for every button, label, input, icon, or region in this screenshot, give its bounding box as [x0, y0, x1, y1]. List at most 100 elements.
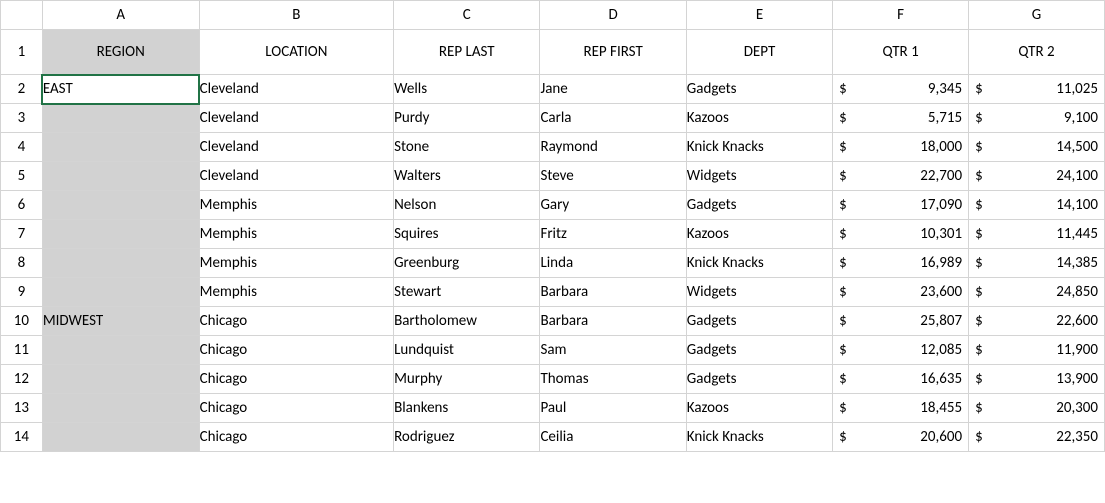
cell[interactable]: Memphis [199, 249, 393, 278]
cell[interactable]: $24,850 [969, 278, 1105, 307]
cell[interactable]: Chicago [199, 394, 393, 423]
row-header-9[interactable]: 9 [1, 278, 43, 307]
column-header-F[interactable]: F [833, 1, 969, 30]
cell[interactable]: $14,100 [969, 191, 1105, 220]
cell[interactable]: Widgets [686, 162, 832, 191]
cell[interactable]: Knick Knacks [686, 423, 832, 452]
cell[interactable]: Linda [540, 249, 686, 278]
cell[interactable]: QTR 1 [833, 30, 969, 75]
cell[interactable] [42, 249, 199, 278]
cell[interactable]: $18,455 [833, 394, 969, 423]
row-header-8[interactable]: 8 [1, 249, 43, 278]
spreadsheet-grid[interactable]: A B C D E F G 1 REGION LOCATION REP LAST… [0, 0, 1105, 452]
cell[interactable]: $13,900 [969, 365, 1105, 394]
cell[interactable]: $10,301 [833, 220, 969, 249]
cell[interactable]: Greenburg [394, 249, 540, 278]
cell[interactable]: Memphis [199, 191, 393, 220]
cell[interactable] [42, 278, 199, 307]
cell[interactable]: Widgets [686, 278, 832, 307]
cell[interactable]: Stone [394, 133, 540, 162]
cell[interactable]: Blankens [394, 394, 540, 423]
cell[interactable]: Kazoos [686, 394, 832, 423]
cell[interactable]: Kazoos [686, 104, 832, 133]
cell[interactable]: Cleveland [199, 104, 393, 133]
cell[interactable]: Gadgets [686, 365, 832, 394]
cell[interactable]: Chicago [199, 336, 393, 365]
cell[interactable]: Gadgets [686, 336, 832, 365]
cell[interactable]: $14,500 [969, 133, 1105, 162]
cell[interactable]: Bartholomew [394, 307, 540, 336]
row-header-10[interactable]: 10 [1, 307, 43, 336]
cell[interactable]: $16,989 [833, 249, 969, 278]
cell[interactable]: Cleveland [199, 133, 393, 162]
cell[interactable]: Memphis [199, 278, 393, 307]
cell[interactable]: Barbara [540, 278, 686, 307]
cell[interactable]: Kazoos [686, 220, 832, 249]
cell[interactable]: $20,600 [833, 423, 969, 452]
cell[interactable]: $5,715 [833, 104, 969, 133]
select-all-corner[interactable] [1, 1, 43, 30]
column-header-C[interactable]: C [394, 1, 540, 30]
row-header-5[interactable]: 5 [1, 162, 43, 191]
cell[interactable] [42, 336, 199, 365]
cell[interactable]: Purdy [394, 104, 540, 133]
cell[interactable]: Squires [394, 220, 540, 249]
cell[interactable]: Jane [540, 75, 686, 104]
cell[interactable]: Stewart [394, 278, 540, 307]
cell[interactable]: QTR 2 [969, 30, 1105, 75]
cell[interactable] [42, 104, 199, 133]
cell-active[interactable]: EAST [42, 75, 199, 104]
cell[interactable]: $17,090 [833, 191, 969, 220]
cell[interactable]: Knick Knacks [686, 133, 832, 162]
cell[interactable]: Knick Knacks [686, 249, 832, 278]
row-header-2[interactable]: 2 [1, 75, 43, 104]
cell[interactable]: Fritz [540, 220, 686, 249]
cell[interactable] [42, 133, 199, 162]
cell[interactable] [42, 394, 199, 423]
cell[interactable]: $22,600 [969, 307, 1105, 336]
cell[interactable]: $11,900 [969, 336, 1105, 365]
cell[interactable] [42, 423, 199, 452]
cell[interactable]: DEPT [686, 30, 832, 75]
row-header-1[interactable]: 1 [1, 30, 43, 75]
column-header-A[interactable]: A [42, 1, 199, 30]
cell[interactable]: $9,100 [969, 104, 1105, 133]
cell[interactable]: Gadgets [686, 191, 832, 220]
cell[interactable]: MIDWEST [42, 307, 199, 336]
column-header-D[interactable]: D [540, 1, 686, 30]
column-header-E[interactable]: E [686, 1, 832, 30]
cell[interactable]: Gadgets [686, 307, 832, 336]
cell[interactable]: Rodriguez [394, 423, 540, 452]
cell[interactable]: $16,635 [833, 365, 969, 394]
row-header-4[interactable]: 4 [1, 133, 43, 162]
cell[interactable]: $22,350 [969, 423, 1105, 452]
cell[interactable]: Cleveland [199, 162, 393, 191]
cell[interactable]: Chicago [199, 307, 393, 336]
row-header-3[interactable]: 3 [1, 104, 43, 133]
cell[interactable]: $25,807 [833, 307, 969, 336]
cell[interactable]: $12,085 [833, 336, 969, 365]
cell[interactable]: $14,385 [969, 249, 1105, 278]
cell[interactable]: $20,300 [969, 394, 1105, 423]
cell[interactable]: REGION [42, 30, 199, 75]
column-header-B[interactable]: B [199, 1, 393, 30]
row-header-14[interactable]: 14 [1, 423, 43, 452]
cell[interactable]: Sam [540, 336, 686, 365]
cell[interactable]: LOCATION [199, 30, 393, 75]
cell[interactable] [42, 191, 199, 220]
cell[interactable] [42, 220, 199, 249]
cell[interactable]: Raymond [540, 133, 686, 162]
cell[interactable] [42, 365, 199, 394]
cell[interactable]: Murphy [394, 365, 540, 394]
cell[interactable]: REP FIRST [540, 30, 686, 75]
cell[interactable]: Carla [540, 104, 686, 133]
cell[interactable]: Memphis [199, 220, 393, 249]
cell[interactable]: Lundquist [394, 336, 540, 365]
row-header-6[interactable]: 6 [1, 191, 43, 220]
column-header-G[interactable]: G [969, 1, 1105, 30]
cell[interactable]: Cleveland [199, 75, 393, 104]
cell[interactable]: Chicago [199, 423, 393, 452]
cell[interactable]: Ceilia [540, 423, 686, 452]
cell[interactable]: Steve [540, 162, 686, 191]
cell[interactable]: $11,445 [969, 220, 1105, 249]
